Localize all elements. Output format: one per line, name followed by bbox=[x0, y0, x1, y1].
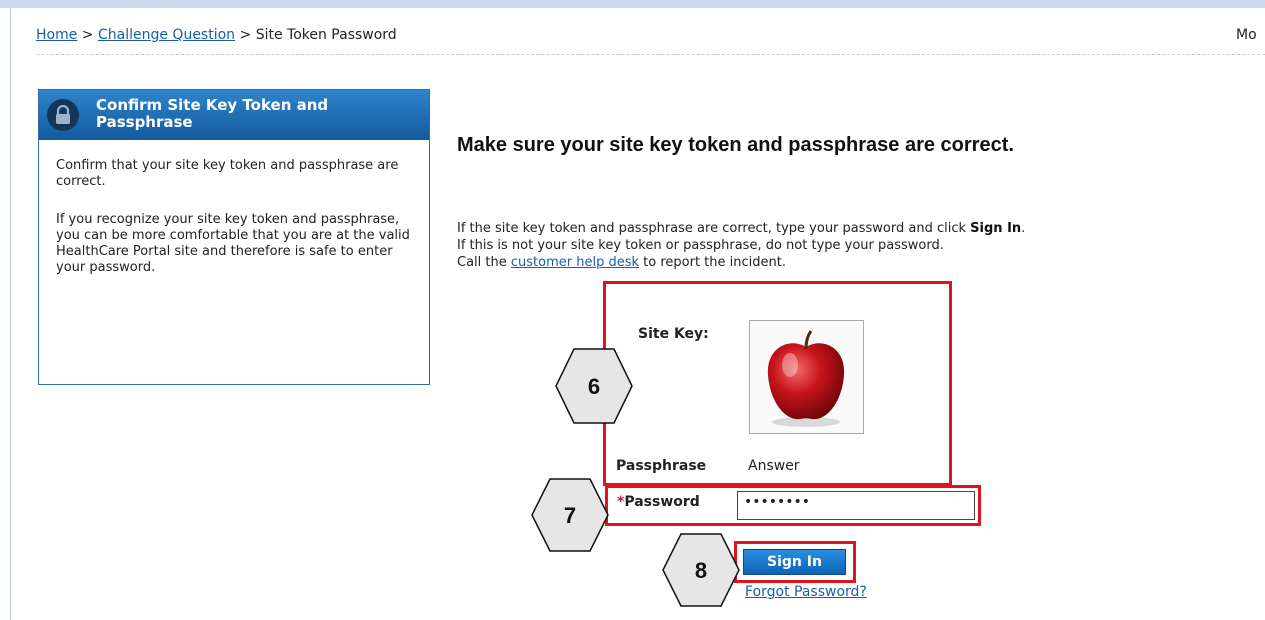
header-divider bbox=[36, 54, 1265, 55]
callout-7-hexagon: 7 bbox=[531, 478, 609, 552]
instruction-line: Call the customer help desk to report th… bbox=[457, 254, 1257, 271]
help-text: Confirm that your site key token and pas… bbox=[56, 158, 399, 189]
breadcrumb: Home > Challenge Question > Site Token P… bbox=[36, 27, 397, 43]
passphrase-label: Passphrase bbox=[616, 458, 707, 474]
site-key-label: Site Key: bbox=[638, 326, 709, 342]
instruction-bold: Sign In bbox=[970, 221, 1022, 236]
password-input[interactable]: •••••••• bbox=[737, 491, 975, 520]
help-panel-body: Confirm that your site key token and pas… bbox=[39, 140, 429, 276]
help-panel-title: Confirm Site Key Token and Passphrase bbox=[96, 96, 329, 131]
apple-image bbox=[767, 330, 845, 427]
instruction-text: If the site key token and passphrase are… bbox=[457, 221, 967, 236]
header-cut-text: Mo bbox=[1236, 27, 1257, 43]
site-key-image bbox=[749, 320, 864, 434]
instructions: If the site key token and passphrase are… bbox=[457, 220, 1257, 271]
top-bar bbox=[0, 0, 1265, 8]
customer-help-desk-link[interactable]: customer help desk bbox=[511, 255, 639, 270]
callout-number: 8 bbox=[695, 558, 707, 583]
callout-number: 6 bbox=[588, 374, 600, 399]
breadcrumb-challenge-link[interactable]: Challenge Question bbox=[98, 27, 235, 43]
instruction-line: If this is not your site key token or pa… bbox=[457, 238, 944, 253]
left-border bbox=[10, 8, 11, 620]
password-label: *Password bbox=[617, 494, 700, 510]
instruction-line: If the site key token and passphrase are… bbox=[457, 220, 1257, 237]
callout-8-hexagon: 8 bbox=[662, 533, 740, 607]
breadcrumb-current: Site Token Password bbox=[255, 27, 397, 43]
instruction-text: . bbox=[1021, 221, 1026, 236]
help-panel-header: Confirm Site Key Token and Passphrase bbox=[39, 90, 429, 140]
password-label-text: Password bbox=[624, 494, 700, 510]
page-title: Make sure your site key token and passph… bbox=[457, 134, 1014, 156]
help-panel: Confirm Site Key Token and Passphrase Co… bbox=[38, 89, 430, 385]
passphrase-value: Answer bbox=[748, 458, 800, 474]
forgot-password-link[interactable]: Forgot Password? bbox=[745, 584, 867, 600]
lock-icon bbox=[47, 99, 79, 131]
breadcrumb-separator: > bbox=[81, 27, 94, 43]
breadcrumb-home-link[interactable]: Home bbox=[36, 27, 77, 43]
callout-number: 7 bbox=[564, 503, 576, 528]
breadcrumb-separator: > bbox=[239, 27, 252, 43]
instruction-text: to report the incident. bbox=[643, 255, 786, 270]
sign-in-button[interactable]: Sign In bbox=[743, 549, 846, 575]
callout-6-hexagon: 6 bbox=[555, 348, 633, 424]
instruction-text: Call the bbox=[457, 255, 507, 270]
help-text: If you recognize your site key token and… bbox=[56, 212, 410, 275]
